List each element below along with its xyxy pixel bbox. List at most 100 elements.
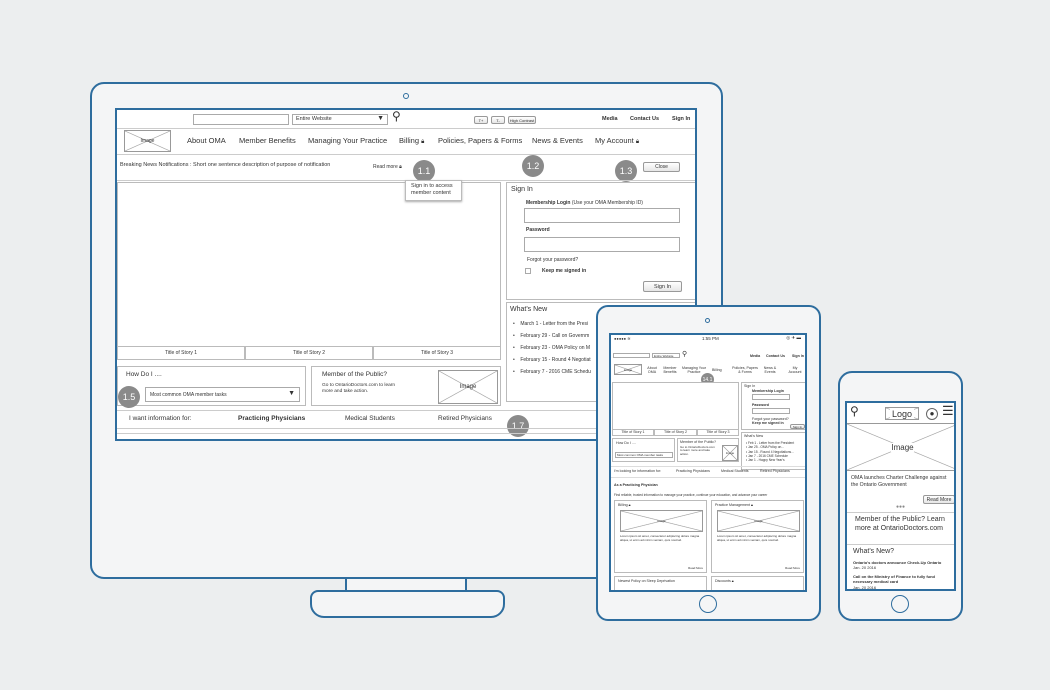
discounts-card[interactable]: Discounts 🔒︎ [711, 576, 804, 590]
search-icon[interactable]: ⚲ [682, 350, 687, 358]
news-item[interactable]: Call on the Ministry of Finance to fully… [853, 574, 953, 584]
logo-placeholder[interactable]: Image [124, 130, 171, 152]
practice-management-card[interactable]: Practice Management 🔒︎ Image Lorem ipsum… [711, 500, 804, 573]
image-placeholder: Image [717, 510, 800, 532]
story-tab[interactable]: Title of Story 3 [373, 346, 501, 360]
news-item[interactable]: • February 29 - Call on Governm [513, 330, 591, 342]
high-contrast-button[interactable]: High Contrast [508, 116, 536, 124]
read-more-link[interactable]: Read more 🔒︎ [373, 164, 402, 170]
how-do-i-panel: How Do I .... Most common OMA member tas… [612, 438, 675, 462]
story-tab[interactable]: Title of Story 2 [245, 346, 373, 360]
nav-my-account[interactable]: My Account [787, 366, 803, 374]
member-tasks-select[interactable]: Most common OMA member tasks [615, 452, 673, 458]
annotation-badge: 1.5 [118, 386, 140, 408]
forgot-password-link[interactable]: Forgot your password? [527, 257, 578, 263]
nav-my-account[interactable]: My Account 🔒︎ [595, 136, 639, 146]
nav-news-events[interactable]: News & Events [763, 366, 777, 374]
keep-signed-in-checkbox[interactable] [525, 268, 531, 274]
sign-in-button[interactable]: Sign In [790, 424, 805, 429]
membership-login-input[interactable] [524, 208, 680, 223]
contact-us-link[interactable]: Contact Us [630, 116, 659, 122]
nav-billing[interactable]: Billing 🔒︎ [399, 136, 424, 146]
search-icon[interactable]: ⚲ [392, 110, 401, 123]
lock-icon: 🔒︎ [731, 579, 734, 583]
text-size-down-button[interactable]: T- [491, 116, 505, 124]
image-placeholder: Image [438, 370, 498, 404]
camera-dot [403, 93, 409, 99]
media-link[interactable]: Media [602, 116, 618, 122]
whats-new-panel: What's New • Feb 1 - Letter from the Pre… [741, 432, 805, 470]
ontario-doctors-link[interactable]: Go to OntarioDoctors.com to learn [322, 383, 395, 388]
nav-member-benefits[interactable]: Member Benefits [239, 136, 296, 145]
hero-carousel[interactable] [612, 382, 739, 435]
logo[interactable]: Logo [885, 407, 919, 420]
lock-icon: 🔒︎ [635, 139, 640, 145]
audience-medical-students[interactable]: Medical Students [721, 469, 749, 473]
media-link[interactable]: Media [750, 354, 760, 358]
search-scope-select[interactable]: Entire Website [652, 353, 680, 358]
read-more-link[interactable]: Read More [688, 566, 703, 570]
home-button[interactable] [699, 595, 717, 613]
hero-image[interactable]: Image [847, 423, 954, 471]
battery-icon: ◎ ✈ ▬ [786, 335, 801, 340]
carousel-dots[interactable]: ●●● [896, 504, 905, 510]
camera-dot [705, 318, 710, 323]
password-input[interactable] [752, 408, 790, 414]
hamburger-menu-icon[interactable]: ☰ [942, 403, 954, 419]
contact-us-link[interactable]: Contact Us [766, 354, 785, 358]
nav-member-benefits[interactable]: Member Benefits [661, 366, 679, 374]
read-more-link[interactable]: Read More [785, 566, 800, 570]
membership-login-input[interactable] [752, 394, 790, 400]
nav-about-oma[interactable]: About OMA [187, 136, 226, 145]
annotation-badge: 1.2 [522, 155, 544, 177]
sign-in-button[interactable]: Sign In [643, 281, 682, 292]
sign-in-link[interactable]: Sign In [672, 116, 690, 122]
member-tasks-select[interactable]: Most common OMA member tasks ▼ [145, 387, 300, 402]
sleep-policy-card[interactable]: Newest Policy on Sleep Deprivation [614, 576, 707, 590]
home-button[interactable] [891, 595, 909, 613]
audience-medical-students[interactable]: Medical Students [345, 415, 395, 422]
audience-practicing-physicians[interactable]: Practicing Physicians [676, 469, 710, 473]
billing-card[interactable]: Billing 🔒︎ Image Lorem ipsum sit amet, c… [614, 500, 707, 573]
signal-icon: ●●●●● ≋ [614, 336, 631, 341]
phone-screen: ⚲ Logo ● ☰ Image OMA launches Charter Ch… [845, 401, 956, 591]
story-tab[interactable]: Title of Story 2 [654, 429, 697, 436]
news-item[interactable]: • Jan 1 - Happy New Year's [746, 458, 794, 462]
news-item[interactable]: • February 15 - Round 4 Negotiat [513, 354, 591, 366]
read-more-button[interactable]: Read More [923, 495, 954, 504]
member-of-public-panel: Member of the Public? Go to OntarioDocto… [311, 366, 501, 406]
logo-placeholder[interactable]: Image [614, 364, 642, 375]
nav-news-events[interactable]: News & Events [532, 136, 583, 145]
text-size-up-button[interactable]: T+ [474, 116, 488, 124]
news-item[interactable]: • February 23 - OMA Policy on M [513, 342, 591, 354]
keep-signed-in-checkbox[interactable]: Keep me signed in [752, 421, 784, 425]
lock-icon: 🔒︎ [628, 503, 631, 507]
nav-managing-practice[interactable]: Managing Your Practice [681, 366, 707, 374]
search-input[interactable] [193, 114, 289, 125]
account-icon[interactable]: ● [926, 408, 938, 420]
search-icon[interactable]: ⚲ [850, 404, 859, 418]
audience-retired-physicians[interactable]: Retired Physicians [760, 469, 790, 473]
tooltip: Sign in to access member content [405, 180, 462, 201]
chevron-down-icon: ▼ [377, 115, 384, 122]
search-input[interactable] [613, 353, 650, 358]
close-button[interactable]: Close [643, 162, 680, 172]
news-item[interactable]: • February 7 - 2016 CME Schedu [513, 366, 591, 378]
nav-billing[interactable]: Billing [712, 368, 722, 372]
sign-in-link[interactable]: Sign In [792, 354, 804, 358]
audience-practicing-physicians[interactable]: Practicing Physicians [238, 415, 305, 422]
password-input[interactable] [524, 237, 680, 252]
story-tab[interactable]: Title of Story 1 [612, 429, 654, 436]
lock-icon: 🔒︎ [399, 164, 402, 170]
news-item[interactable]: • March 1 - Letter from the Presi [513, 318, 591, 330]
audience-retired-physicians[interactable]: Retired Physicians [438, 415, 492, 422]
hero-carousel[interactable] [117, 182, 501, 360]
nav-about-oma[interactable]: About OMA [645, 366, 659, 374]
ontario-doctors-link[interactable]: Member of the Public? Learn more at Onta… [855, 516, 945, 533]
nav-policies[interactable]: Policies, Papers & Forms [731, 366, 759, 374]
search-scope-select[interactable]: Entire Website ▼ [292, 114, 388, 125]
story-tab[interactable]: Title of Story 1 [117, 346, 245, 360]
story-tab[interactable]: Title of Story 3 [697, 429, 739, 436]
nav-policies[interactable]: Policies, Papers & Forms [438, 136, 522, 145]
nav-managing-practice[interactable]: Managing Your Practice [308, 136, 387, 145]
